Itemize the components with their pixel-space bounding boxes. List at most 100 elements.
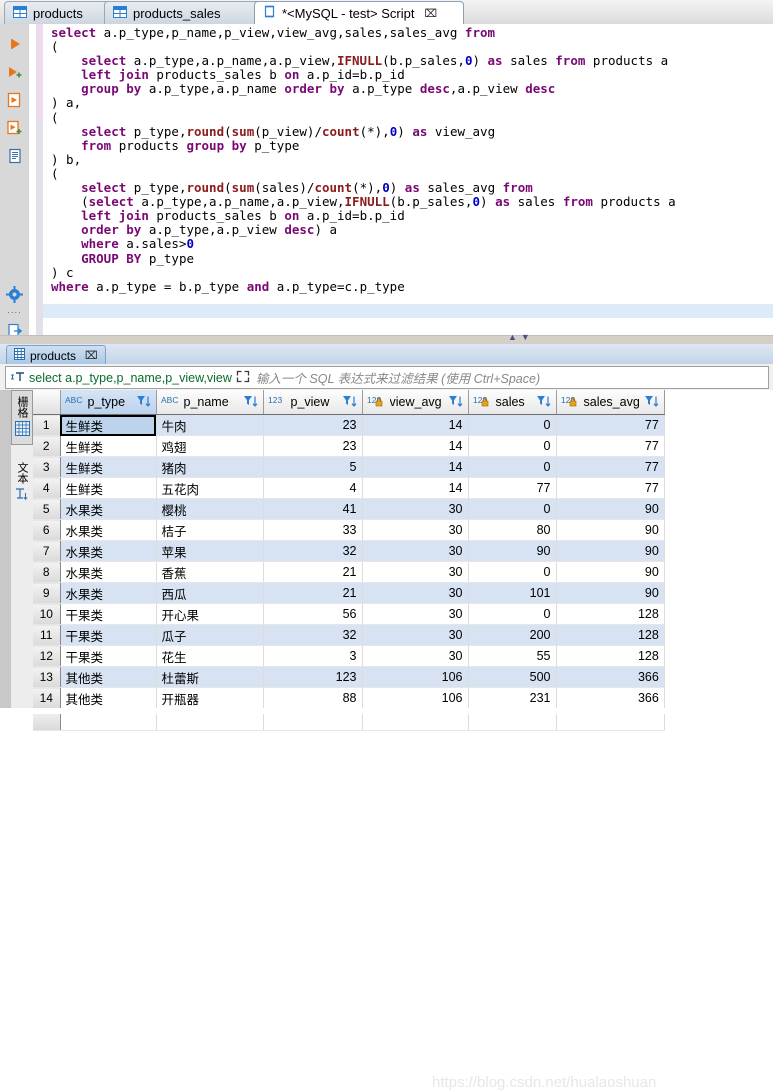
table-cell[interactable]: 0: [468, 498, 557, 520]
table-cell[interactable]: 88: [263, 687, 363, 709]
table-cell[interactable]: 14: [362, 456, 469, 478]
sort-filter-icon[interactable]: [342, 394, 358, 411]
table-cell[interactable]: 128: [556, 624, 665, 646]
table-row[interactable]: 3 生鲜类 猪肉 5 14 0 77: [33, 456, 665, 478]
table-cell[interactable]: 101: [468, 582, 557, 604]
results-tab-products[interactable]: products ⌧: [6, 345, 106, 365]
table-cell[interactable]: 0: [468, 561, 557, 583]
table-cell[interactable]: 32: [263, 540, 363, 562]
row-number-cell[interactable]: 5: [33, 498, 61, 520]
table-row[interactable]: 7 水果类 苹果 32 30 90 90: [33, 540, 665, 562]
table-cell[interactable]: 水果类: [60, 582, 157, 604]
table-cell[interactable]: 30: [362, 498, 469, 520]
table-cell[interactable]: 128: [556, 645, 665, 667]
table-cell[interactable]: 干果类: [60, 603, 157, 625]
table-cell[interactable]: 牛肉: [156, 414, 264, 436]
table-cell[interactable]: 其他类: [60, 666, 157, 688]
toolbar-overflow-dots[interactable]: ····: [0, 308, 29, 317]
table-cell[interactable]: 55: [468, 645, 557, 667]
row-number-cell[interactable]: 6: [33, 519, 61, 541]
sql-settings-button[interactable]: [0, 280, 29, 308]
editor-tab-products-sales[interactable]: products_sales: [104, 1, 270, 24]
table-cell[interactable]: 香蕉: [156, 561, 264, 583]
row-number-cell[interactable]: 1: [33, 414, 61, 436]
table-cell[interactable]: 干果类: [60, 645, 157, 667]
table-cell[interactable]: 14: [362, 435, 469, 457]
grid-view-tab[interactable]: 栅格: [11, 390, 33, 445]
table-cell[interactable]: 30: [362, 624, 469, 646]
table-cell[interactable]: 猪肉: [156, 456, 264, 478]
table-cell[interactable]: 五花肉: [156, 477, 264, 499]
table-cell[interactable]: 77: [556, 477, 665, 499]
table-cell[interactable]: 桔子: [156, 519, 264, 541]
row-number-header[interactable]: [33, 390, 61, 415]
table-cell[interactable]: 西瓜: [156, 582, 264, 604]
table-cell[interactable]: 90: [556, 519, 665, 541]
column-header-sales[interactable]: 123 sales: [468, 390, 557, 415]
table-cell[interactable]: 水果类: [60, 561, 157, 583]
expand-icon[interactable]: [236, 370, 250, 386]
table-row[interactable]: 5 水果类 樱桃 41 30 0 90: [33, 498, 665, 520]
row-number-cell[interactable]: 7: [33, 540, 61, 562]
table-cell[interactable]: 366: [556, 666, 665, 688]
table-cell[interactable]: 77: [468, 477, 557, 499]
table-cell[interactable]: 30: [362, 561, 469, 583]
table-cell[interactable]: 128: [556, 603, 665, 625]
table-cell[interactable]: 14: [362, 414, 469, 436]
table-cell[interactable]: 0: [468, 603, 557, 625]
column-header-p-type[interactable]: ABC p_type: [60, 390, 157, 415]
table-cell[interactable]: 水果类: [60, 519, 157, 541]
table-cell[interactable]: 33: [263, 519, 363, 541]
table-cell[interactable]: 瓜子: [156, 624, 264, 646]
table-cell[interactable]: 77: [556, 414, 665, 436]
table-cell[interactable]: 苹果: [156, 540, 264, 562]
filter-input[interactable]: select a.p_type,p_name,p_view,view 输入一个 …: [5, 366, 769, 389]
row-number-cell[interactable]: 9: [33, 582, 61, 604]
table-cell[interactable]: 366: [556, 687, 665, 709]
table-cell[interactable]: 90: [556, 561, 665, 583]
explain-plan-button[interactable]: [0, 142, 29, 170]
sort-filter-icon[interactable]: [243, 394, 259, 411]
table-cell[interactable]: 21: [263, 582, 363, 604]
table-cell[interactable]: 32: [263, 624, 363, 646]
table-cell[interactable]: 干果类: [60, 624, 157, 646]
row-number-cell[interactable]: 3: [33, 456, 61, 478]
row-number-cell[interactable]: 4: [33, 477, 61, 499]
table-cell[interactable]: 500: [468, 666, 557, 688]
table-cell[interactable]: 90: [556, 498, 665, 520]
collapse-arrows-icon[interactable]: ▲▼: [508, 332, 534, 342]
table-row[interactable]: 6 水果类 桔子 33 30 80 90: [33, 519, 665, 541]
table-cell[interactable]: 樱桃: [156, 498, 264, 520]
row-number-cell[interactable]: 8: [33, 561, 61, 583]
editor-tab-mysql-script[interactable]: *<MySQL - test> Script ⌧: [254, 1, 464, 24]
table-cell[interactable]: 231: [468, 687, 557, 709]
column-header-p-view[interactable]: 123 p_view: [263, 390, 363, 415]
table-cell[interactable]: 水果类: [60, 540, 157, 562]
results-table[interactable]: ABC p_type ABC p_name 123 p_view 123 view_avg 12…: [33, 390, 665, 731]
table-cell[interactable]: 30: [362, 645, 469, 667]
row-number-cell[interactable]: 2: [33, 435, 61, 457]
table-cell[interactable]: 106: [362, 666, 469, 688]
sql-editor[interactable]: select a.p_type,p_name,p_view,view_avg,s…: [29, 24, 773, 335]
editor-tab-products[interactable]: products: [4, 1, 120, 24]
row-number-cell[interactable]: 11: [33, 624, 61, 646]
row-number-cell[interactable]: 13: [33, 666, 61, 688]
table-row[interactable]: 8 水果类 香蕉 21 30 0 90: [33, 561, 665, 583]
table-cell[interactable]: 生鲜类: [60, 414, 157, 436]
table-cell[interactable]: 4: [263, 477, 363, 499]
table-cell[interactable]: 开瓶器: [156, 687, 264, 709]
table-cell[interactable]: 30: [362, 582, 469, 604]
table-cell[interactable]: 生鲜类: [60, 477, 157, 499]
table-cell[interactable]: 其他类: [60, 687, 157, 709]
table-row[interactable]: 9 水果类 西瓜 21 30 101 90: [33, 582, 665, 604]
execute-new-tab-button[interactable]: [0, 58, 29, 86]
table-cell[interactable]: 生鲜类: [60, 456, 157, 478]
table-cell[interactable]: 90: [556, 582, 665, 604]
table-cell[interactable]: 30: [362, 540, 469, 562]
execute-statement-button[interactable]: [0, 30, 29, 58]
table-cell[interactable]: 41: [263, 498, 363, 520]
table-row[interactable]: 11 干果类 瓜子 32 30 200 128: [33, 624, 665, 646]
table-cell[interactable]: 90: [556, 540, 665, 562]
table-cell[interactable]: 77: [556, 456, 665, 478]
table-cell[interactable]: 90: [468, 540, 557, 562]
